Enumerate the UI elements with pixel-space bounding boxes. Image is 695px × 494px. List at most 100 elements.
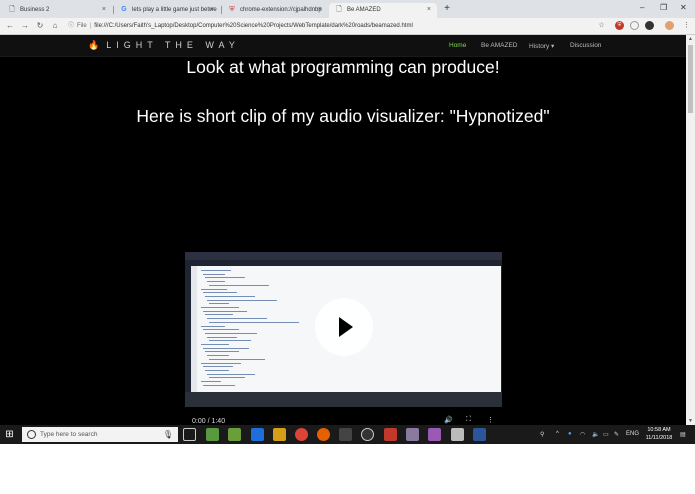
- reload-icon[interactable]: ↻: [35, 21, 45, 31]
- clock-date: 11/11/2018: [645, 435, 673, 441]
- code-line: [205, 351, 239, 353]
- tab-google-game[interactable]: G lets play a little game just betwe ×: [114, 3, 220, 18]
- home-icon[interactable]: ⌂: [50, 21, 60, 31]
- video-menu-icon[interactable]: ⋮: [487, 416, 494, 424]
- bluetooth-icon[interactable]: ●: [568, 431, 572, 437]
- extension-circle-icon[interactable]: [630, 21, 639, 30]
- tab-chrome-extension[interactable]: ⛨ chrome-extension://cjpalhdnbp ×: [222, 3, 328, 18]
- close-icon[interactable]: ×: [210, 6, 214, 13]
- scroll-up-arrow-icon[interactable]: ▲: [686, 35, 695, 43]
- code-line: [205, 295, 255, 297]
- file-explorer-icon[interactable]: [273, 428, 286, 441]
- battery-icon[interactable]: ▭: [603, 431, 609, 438]
- notifications-icon[interactable]: ▤: [680, 431, 686, 438]
- app-red-icon[interactable]: [384, 428, 397, 441]
- page-scrollbar[interactable]: ▲ ▼: [686, 35, 695, 425]
- back-arrow-icon[interactable]: ←: [5, 21, 15, 31]
- close-icon[interactable]: ×: [102, 6, 106, 13]
- code-line: [209, 340, 251, 342]
- app-pen-icon[interactable]: [339, 428, 352, 441]
- tab-business-2[interactable]: 🗋 Business 2 ×: [2, 3, 112, 18]
- volume-icon[interactable]: 🔊: [444, 416, 453, 424]
- code-line: [209, 303, 229, 305]
- app-minecraft-icon[interactable]: [228, 428, 241, 441]
- code-line: [205, 332, 257, 334]
- windows-start-icon[interactable]: ⊞: [4, 429, 15, 440]
- taskbar-clock[interactable]: 10:58 AM 11/11/2018: [641, 426, 677, 442]
- address-bar[interactable]: ⓘ File | file:///C:/Users/Faith's_Laptop/De…: [64, 20, 614, 32]
- shield-icon: ⛨: [229, 6, 235, 13]
- word-icon[interactable]: [473, 428, 486, 441]
- document-icon: 🗋: [336, 6, 342, 13]
- maximize-icon[interactable]: ❐: [660, 3, 667, 12]
- tab-label: chrome-extension://cjpalhdnbp: [240, 7, 322, 13]
- media-player-icon[interactable]: [361, 428, 374, 441]
- edge-icon[interactable]: [251, 428, 264, 441]
- code-line: [209, 284, 269, 286]
- site-brand[interactable]: 🔥 LIGHT THE WAY: [88, 40, 240, 51]
- scroll-down-arrow-icon[interactable]: ▼: [686, 417, 695, 425]
- play-button[interactable]: [315, 298, 373, 356]
- url-text: file:///C:/Users/Faith's_Laptop/Desktop/…: [94, 23, 413, 29]
- video-window-titlebar: [185, 252, 502, 260]
- taskbar-search-input[interactable]: Type here to search 🎙: [22, 427, 178, 442]
- video-frame-bottom: [185, 392, 502, 407]
- pen-icon[interactable]: ✎: [614, 431, 619, 438]
- task-view-icon[interactable]: [183, 428, 196, 441]
- bookmark-star-icon[interactable]: ☆: [597, 21, 606, 30]
- forward-arrow-icon[interactable]: →: [20, 21, 30, 31]
- code-line: [203, 347, 249, 349]
- network-people-icon[interactable]: ⚲: [540, 431, 544, 438]
- code-line: [201, 381, 221, 382]
- app-green-icon[interactable]: [206, 428, 219, 441]
- code-line: [203, 329, 239, 331]
- code-line: [201, 362, 241, 364]
- minimize-icon[interactable]: –: [640, 3, 644, 12]
- window-close-icon[interactable]: ✕: [680, 3, 687, 12]
- search-placeholder: Type here to search: [40, 431, 98, 438]
- windows-taskbar: ⊞ Type here to search 🎙 ⚲ ^ ● ◠ 🔈 ▭ ✎ EN…: [0, 425, 695, 444]
- scroll-thumb[interactable]: [688, 45, 693, 113]
- close-icon[interactable]: ×: [427, 6, 431, 13]
- app-grey-icon[interactable]: [451, 428, 464, 441]
- code-line: [205, 277, 245, 279]
- flame-icon: 🔥: [88, 40, 100, 50]
- info-icon[interactable]: ⓘ: [68, 23, 74, 29]
- tab-be-amazed[interactable]: 🗋 Be AMAZED ×: [329, 3, 437, 18]
- nav-history[interactable]: History ▾: [529, 42, 554, 50]
- nav-discussion[interactable]: Discussion: [570, 42, 601, 49]
- video-player[interactable]: [185, 252, 502, 407]
- clock-time: 10:58 AM: [647, 427, 671, 433]
- code-line: [203, 384, 235, 386]
- app-purple-icon[interactable]: [428, 428, 441, 441]
- code-line: [207, 299, 277, 301]
- fullscreen-icon[interactable]: ⛶: [466, 416, 471, 424]
- app-photos-icon[interactable]: [406, 428, 419, 441]
- code-line: [209, 377, 245, 379]
- new-tab-button[interactable]: +: [441, 3, 453, 15]
- firefox-icon[interactable]: [317, 428, 330, 441]
- volume-tray-icon[interactable]: 🔈: [592, 431, 599, 438]
- nav-home[interactable]: Home: [449, 42, 466, 49]
- wifi-icon[interactable]: ◠: [580, 431, 585, 438]
- microphone-icon[interactable]: 🎙: [163, 427, 173, 442]
- extension-dark-icon[interactable]: [645, 21, 654, 30]
- nav-be-amazed[interactable]: Be AMAZED: [481, 42, 517, 49]
- browser-toolbar: ← → ↻ ⌂ ⓘ File | file:///C:/Users/Faith's_L…: [0, 18, 695, 35]
- code-line: [207, 318, 267, 320]
- chrome-icon[interactable]: [295, 428, 308, 441]
- tray-chevron-icon[interactable]: ^: [556, 431, 559, 437]
- url-divider: |: [89, 23, 92, 29]
- code-line: [201, 270, 231, 271]
- extension-shield-icon[interactable]: ⛨: [615, 21, 624, 30]
- avatar[interactable]: [665, 21, 674, 30]
- document-icon: 🗋: [9, 6, 15, 13]
- browser-tabstrip: 🗋 Business 2 × G lets play a little game…: [0, 0, 695, 18]
- close-icon[interactable]: ×: [318, 6, 322, 13]
- page-title: Look at what programming can produce!: [186, 57, 500, 77]
- brand-text: LIGHT THE WAY: [106, 40, 240, 50]
- language-label[interactable]: ENG: [626, 431, 639, 437]
- menu-kebab-icon[interactable]: ⋮: [682, 21, 691, 30]
- tab-label: Business 2: [20, 7, 50, 13]
- code-line: [205, 314, 233, 316]
